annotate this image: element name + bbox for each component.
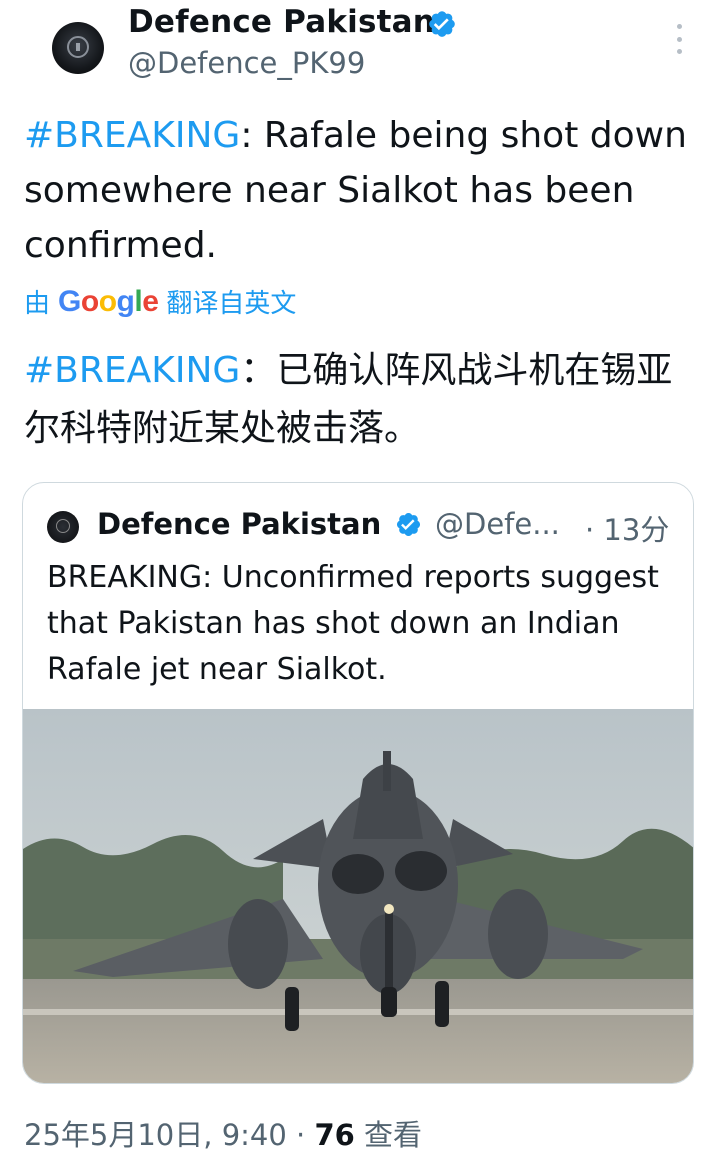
translate-suffix: 翻译自英文 — [166, 289, 297, 319]
quoted-timestamp: · 13分 — [585, 513, 670, 547]
author-name[interactable]: Defence Pakistan — [128, 4, 435, 40]
hashtag-link[interactable]: #BREAKING — [24, 115, 240, 156]
google-logo: Google — [58, 284, 159, 318]
translated-hashtag-link[interactable]: #BREAKING — [24, 350, 240, 391]
quoted-author-name: Defence Pakistan — [97, 507, 382, 541]
quoted-author-avatar — [47, 511, 79, 543]
author-handle[interactable]: @Defence_PK99 — [128, 46, 365, 80]
translate-prefix: 由 — [24, 289, 51, 319]
verified-badge-icon — [396, 512, 421, 537]
quoted-author-handle: @Defe... — [435, 507, 560, 541]
author-avatar[interactable] — [52, 22, 104, 74]
tweet-text: #BREAKING: Rafale being shot down somewh… — [24, 108, 694, 273]
rafale-jet-photo[interactable] — [23, 709, 693, 1083]
translation-attribution[interactable]: 由 Google 翻译自英文 — [24, 283, 296, 320]
quoted-tweet-card[interactable]: Defence Pakistan @Defe... · 13分 BREAKING… — [22, 482, 694, 1084]
translated-text: #BREAKING：已确认阵风战斗机在锡亚尔科特附近某处被击落。 — [24, 342, 694, 458]
more-options-icon[interactable] — [672, 24, 686, 54]
views-label: 查看 — [354, 1118, 423, 1152]
view-count: 76 — [314, 1118, 355, 1152]
verified-badge-icon — [429, 11, 455, 37]
post-datetime[interactable]: 25年5月10日, 9:40 · — [24, 1118, 314, 1152]
quoted-tweet-text: BREAKING: Unconfirmed reports suggest th… — [47, 560, 659, 687]
post-meta: 25年5月10日, 9:40 · 76 查看 — [24, 1112, 422, 1154]
